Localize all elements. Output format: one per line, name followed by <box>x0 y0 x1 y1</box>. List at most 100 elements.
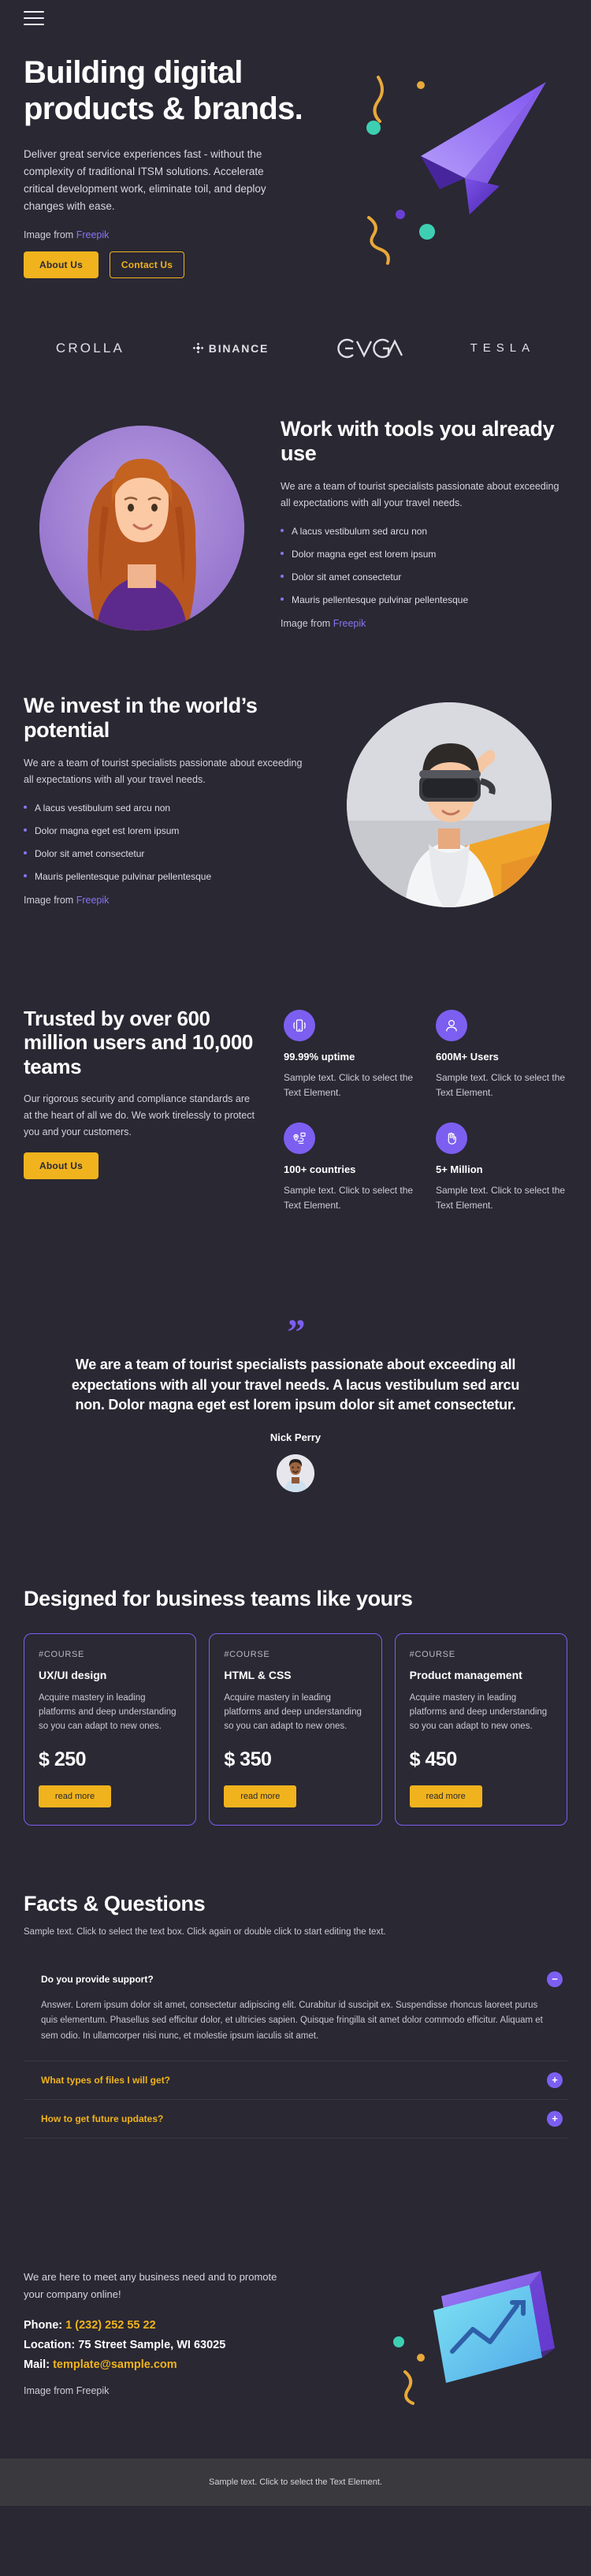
hamburger-menu-icon[interactable] <box>24 11 44 25</box>
logo-tesla: TESLA <box>470 341 536 356</box>
hero-section: Building digital products & brands. Deli… <box>0 36 591 311</box>
read-more-button[interactable]: read more <box>224 1785 297 1807</box>
pricing-card[interactable]: #COURSE UX/UI design Acquire mastery in … <box>24 1633 197 1826</box>
pricing-card[interactable]: #COURSE HTML & CSS Acquire mastery in le… <box>209 1633 382 1826</box>
list-item: A lacus vestibulum sed arcu non <box>281 524 567 538</box>
stats-paragraph: Our rigorous security and compliance sta… <box>24 1093 255 1137</box>
user-icon <box>436 1009 467 1041</box>
stat-value: 600M+ Users <box>436 1050 499 1063</box>
about-us-button[interactable]: About Us <box>24 251 98 278</box>
burger-line <box>24 24 44 25</box>
faq-question: Do you provide support? <box>41 1973 154 1985</box>
top-navigation <box>0 0 591 36</box>
tools-section: Work with tools you already use We are a… <box>0 390 591 667</box>
card-title: HTML & CSS <box>224 1669 292 1682</box>
credit-link[interactable]: Freepik <box>333 618 366 629</box>
stats-copy: Trusted by over 600 million users and 10… <box>24 1007 260 1214</box>
logo-binance-label: BINANCE <box>208 341 269 355</box>
pricing-card[interactable]: #COURSE Product management Acquire maste… <box>394 1633 567 1826</box>
hand-icon <box>436 1122 467 1155</box>
logo-binance: BINANCE <box>192 342 269 355</box>
list-item: Mauris pellentesque pulvinar pellentesqu… <box>281 593 567 607</box>
footer-bar: Sample text. Click to select the Text El… <box>0 2458 591 2506</box>
mail-value[interactable]: template@sample.com <box>53 2358 177 2371</box>
quote-icon: ” <box>287 1311 306 1352</box>
contact-us-button[interactable]: Contact Us <box>110 251 184 278</box>
stat-card: 600M+ Users Sample text. Click to select… <box>436 1009 567 1100</box>
stat-card: 100+ countries Sample text. Click to sel… <box>284 1122 415 1213</box>
credit-prefix: Image from <box>281 617 331 629</box>
testimonial-section: ” We are a team of tourist specialists p… <box>0 1285 591 1524</box>
hero-paper-plane-illustration <box>345 60 582 288</box>
credit-prefix: Image from <box>24 2384 74 2396</box>
hero-paragraph: Deliver great service experiences fast -… <box>24 148 266 212</box>
testimonial-text: We are a team of tourist specialists pas… <box>71 1357 520 1413</box>
stats-grid: 99.99% uptime Sample text. Click to sele… <box>284 1007 567 1214</box>
list-item: Dolor magna eget est lorem ipsum <box>24 824 310 838</box>
faq-question-row[interactable]: Do you provide support? − <box>24 1960 567 1998</box>
invest-section: We invest in the world’s potential We ar… <box>0 667 591 944</box>
invest-paragraph: We are a team of tourist specialists pas… <box>24 758 303 786</box>
stat-card: 99.99% uptime Sample text. Click to sele… <box>284 1009 415 1100</box>
read-more-button[interactable]: read more <box>39 1785 111 1807</box>
faq-item: Do you provide support? − Answer. Lorem … <box>24 1960 567 2061</box>
burger-line <box>24 11 44 13</box>
list-item: A lacus vestibulum sed arcu non <box>24 801 310 815</box>
card-tag: #COURSE <box>39 1650 85 1660</box>
invest-vr-media <box>331 702 567 908</box>
stat-description: Sample text. Click to select the Text El… <box>284 1071 414 1099</box>
stat-value: 100+ countries <box>284 1163 356 1176</box>
stats-title: Trusted by over 600 million users and 10… <box>24 1006 253 1078</box>
phone-value[interactable]: 1 (232) 252 55 22 <box>65 2319 155 2332</box>
card-description: Acquire mastery in leading platforms and… <box>409 1693 548 1732</box>
evga-wordmark-icon <box>337 338 403 358</box>
faq-toggle-icon[interactable]: + <box>547 2110 563 2127</box>
invest-title: We invest in the world’s potential <box>24 693 258 743</box>
tools-paragraph: We are a team of tourist specialists pas… <box>281 481 559 508</box>
stats-about-us-button[interactable]: About Us <box>24 1152 98 1180</box>
landing-page: Building digital products & brands. Deli… <box>0 0 591 2506</box>
faq-title: Facts & Questions <box>24 1891 206 1915</box>
faq-question: What types of files I will get? <box>41 2074 171 2086</box>
contact-details: We are here to meet any business need an… <box>24 2269 370 2395</box>
stat-description: Sample text. Click to select the Text El… <box>284 1185 414 1212</box>
pricing-section: Designed for business teams like yours #… <box>0 1555 591 1865</box>
vr-photo <box>347 702 552 908</box>
card-description: Acquire mastery in leading platforms and… <box>39 1693 177 1732</box>
brand-logo-strip: CROLLA BINANCE TESLA <box>0 311 591 390</box>
logo-crolla: CROLLA <box>55 340 125 356</box>
stats-section: Trusted by over 600 million users and 10… <box>0 975 591 1253</box>
faq-question-row[interactable]: How to get future updates? + <box>24 2100 567 2138</box>
faq-toggle-icon[interactable]: − <box>547 1971 563 1987</box>
portrait-photo <box>39 426 244 631</box>
faq-item: How to get future updates? + <box>24 2100 567 2139</box>
tools-title: Work with tools you already use <box>281 416 555 465</box>
contact-chart-illustration <box>386 2254 567 2411</box>
credit-link[interactable]: Freepik <box>76 895 110 906</box>
card-title: Product management <box>409 1669 522 1682</box>
list-item: Dolor sit amet consectetur <box>281 570 567 584</box>
card-tag: #COURSE <box>224 1650 270 1660</box>
faq-toggle-icon[interactable]: + <box>547 2072 563 2088</box>
invest-feature-list: A lacus vestibulum sed arcu non Dolor ma… <box>24 801 310 884</box>
list-item: Dolor sit amet consectetur <box>24 847 310 861</box>
tools-image-credit: Image from Freepik <box>281 618 567 629</box>
invest-copy: We invest in the world’s potential We ar… <box>24 694 310 917</box>
read-more-button[interactable]: read more <box>409 1785 482 1807</box>
contact-image-credit: Image from Freepik <box>24 2385 370 2396</box>
location-label: Location: <box>24 2338 76 2351</box>
mobile-signal-icon <box>284 1009 315 1041</box>
credit-link[interactable]: Freepik <box>76 229 110 240</box>
contact-lead: We are here to meet any business need an… <box>24 2271 277 2300</box>
card-title: UX/UI design <box>39 1669 107 1682</box>
faq-question-row[interactable]: What types of files I will get? + <box>24 2061 567 2099</box>
map-route-icon <box>284 1122 315 1155</box>
credit-link: Freepik <box>76 2384 110 2396</box>
stat-description: Sample text. Click to select the Text El… <box>436 1185 566 1212</box>
testimonial-author: Nick Perry <box>269 1431 322 1443</box>
list-item: Mauris pellentesque pulvinar pellentesqu… <box>24 869 310 884</box>
